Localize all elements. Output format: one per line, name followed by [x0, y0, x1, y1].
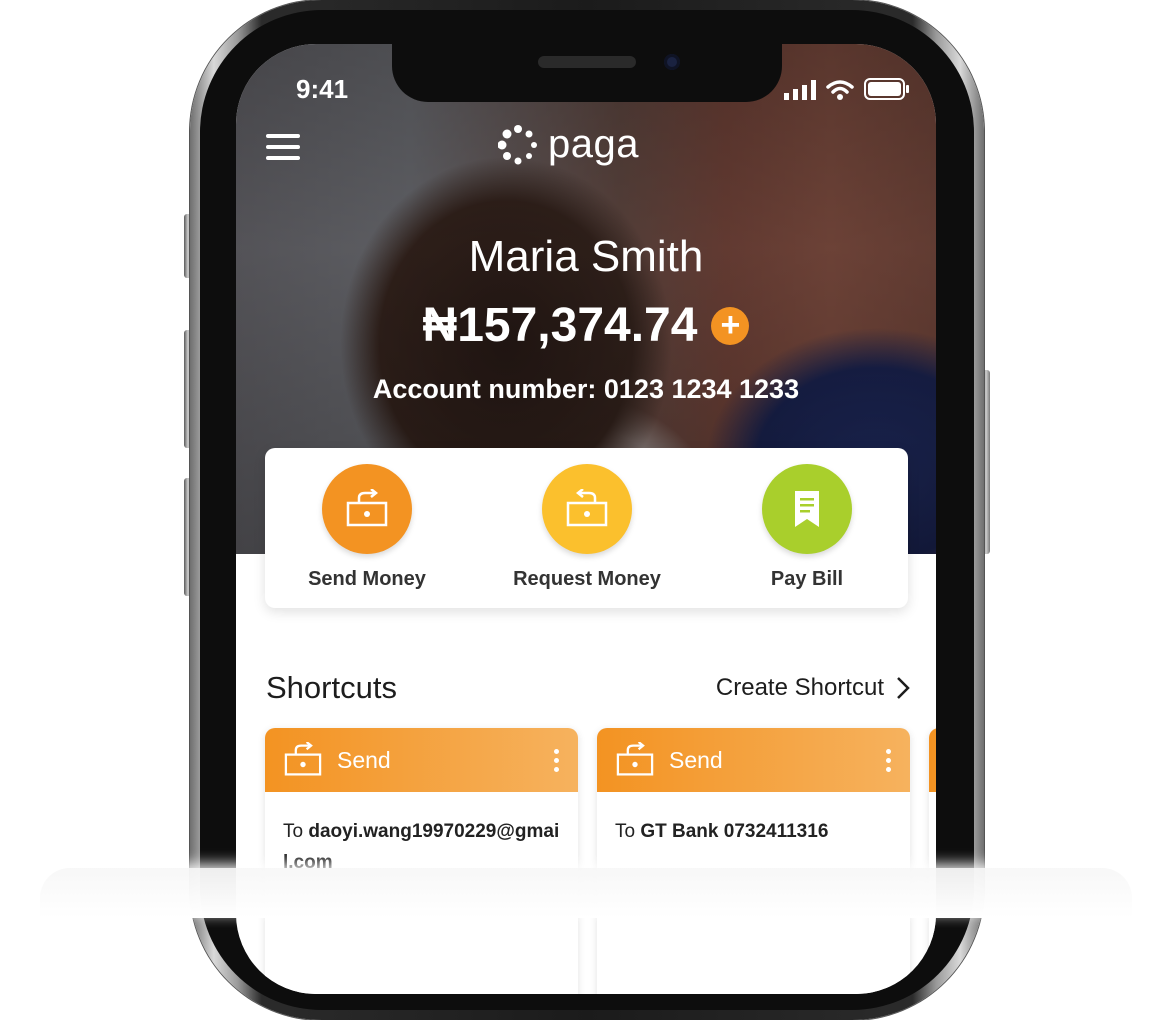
send-money-circle — [322, 464, 412, 554]
camera — [664, 54, 680, 70]
shortcut-type: Send — [669, 746, 723, 773]
send-icon — [284, 742, 322, 776]
send-icon — [616, 742, 654, 776]
shortcut-card-header: Send — [265, 728, 578, 792]
request-money-label: Request Money — [513, 568, 661, 590]
add-funds-button[interactable]: + — [711, 306, 750, 345]
pay-bill-label: Pay Bill — [770, 568, 844, 590]
shortcut-card[interactable]: Send To daoyi.wang19970229@gmail.com — [265, 728, 578, 994]
signal-icon — [784, 80, 816, 100]
shortcut-card[interactable]: Send To GT Bank 0732411316 — [597, 728, 910, 994]
pay-bill-button[interactable]: Pay Bill — [707, 464, 907, 591]
wifi-icon — [826, 80, 854, 100]
hamburger-menu-icon[interactable] — [266, 134, 300, 164]
create-shortcut-link[interactable]: Create Shortcut — [716, 674, 910, 702]
pay-bill-circle — [762, 464, 852, 554]
bill-receipt-icon — [795, 491, 819, 527]
send-money-label: Send Money — [308, 568, 426, 590]
send-money-icon — [346, 489, 388, 527]
shortcut-card-partial[interactable] — [929, 728, 936, 994]
recipient-value: GT Bank 0732411316 — [640, 821, 829, 842]
account-number: Account number: 0123 1234 1233 — [372, 374, 800, 404]
more-options-icon[interactable] — [554, 745, 560, 776]
request-money-icon — [566, 489, 608, 527]
logo-text: paga — [548, 122, 639, 166]
shortcut-card-header — [929, 728, 936, 792]
more-options-icon[interactable] — [886, 745, 892, 776]
user-name: Maria Smith — [468, 232, 704, 281]
request-money-button[interactable]: Request Money — [487, 464, 687, 591]
paga-logo: paga — [498, 122, 639, 167]
send-money-button[interactable]: Send Money — [267, 464, 467, 591]
shortcut-type: Send — [337, 746, 391, 773]
quick-actions-card: Send Money Request Money Pay Bill — [265, 448, 908, 608]
request-money-circle — [542, 464, 632, 554]
account-balance: ₦157,374.74 — [422, 299, 698, 352]
shortcut-recipient: To GT Bank 0732411316 — [597, 792, 910, 871]
bottom-fade — [40, 868, 1132, 918]
paga-logo-icon — [498, 124, 537, 164]
shortcut-card-header: Send — [597, 728, 910, 792]
speaker — [538, 56, 636, 68]
phone-screen: 9:41 paga Maria Smith ₦157,374.74 + Acco… — [236, 44, 936, 994]
create-shortcut-label: Create Shortcut — [715, 674, 884, 701]
recipient-value: daoyi.wang19970229@gmail.com — [283, 821, 560, 873]
recipient-prefix: To — [283, 821, 309, 842]
chevron-right-icon — [897, 677, 910, 699]
battery-icon — [864, 78, 909, 100]
status-time: 9:41 — [296, 74, 349, 104]
balance-row: ₦157,374.74 + — [236, 298, 936, 353]
recipient-prefix: To — [615, 821, 641, 842]
status-icons — [784, 78, 910, 100]
shortcuts-title: Shortcuts — [266, 670, 397, 705]
notch — [392, 44, 782, 102]
